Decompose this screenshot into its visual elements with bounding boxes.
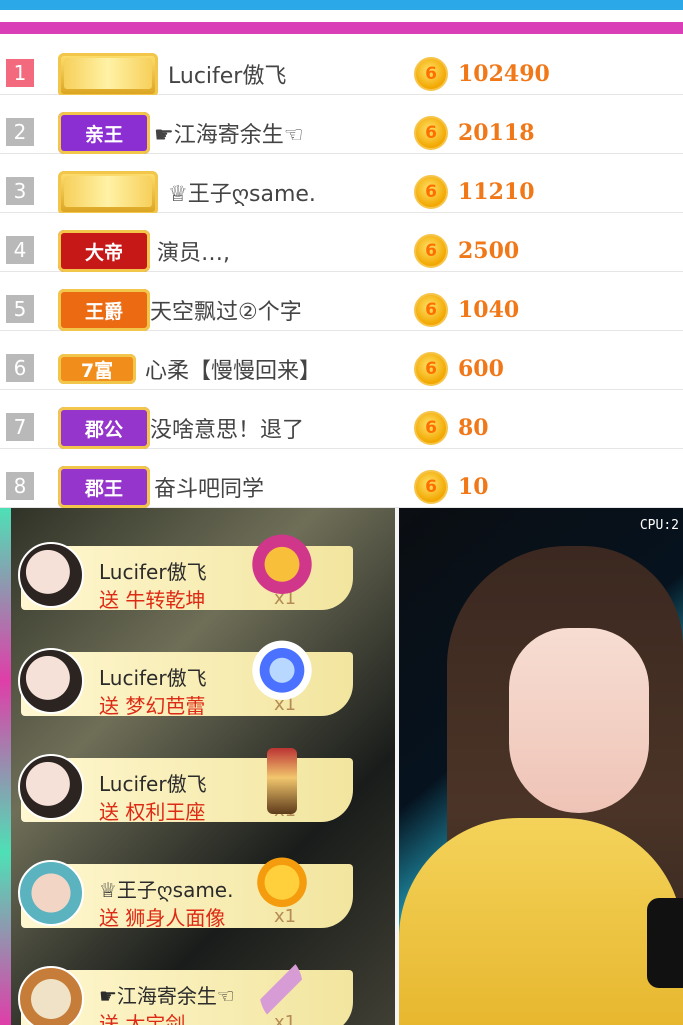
ranking-row[interactable]: 5 王爵 天空飘过②个字 6 1040 [0, 272, 683, 331]
user-name: 没啥意思！退了 [150, 418, 305, 443]
coin-icon: 6 [414, 175, 448, 209]
rank-number: 3 [6, 177, 34, 205]
gift-sender-name: ♕王子ღsame. [99, 878, 234, 902]
crown-badge [58, 53, 158, 97]
score-value: 10 [458, 474, 489, 500]
coin-icon: 6 [414, 411, 448, 445]
user-name: 奋斗吧同学 [154, 477, 265, 502]
ranking-row[interactable]: 7 郡公 没啥意思！退了 6 80 [0, 390, 683, 449]
score-value: 2500 [458, 238, 520, 264]
coin-icon: 6 [414, 234, 448, 268]
vip-badge: 王爵 [58, 289, 150, 331]
gift-message: ♕王子ღsame. 送 狮身人面像 x1 [11, 846, 353, 930]
gift-feed-pane: Lucifer傲飞 送 牛转乾坤 x1 Lucifer傲飞 送 梦幻芭蕾 x1 … [0, 508, 395, 1025]
gift-message: Lucifer傲飞 送 权利王座 x1 [11, 748, 353, 824]
microphone-icon [647, 898, 683, 988]
ranking-row[interactable]: 2 亲王 ☛江海寄余生☜ 6 20118 [0, 95, 683, 154]
video-pane[interactable]: CPU:2 [399, 508, 683, 1025]
streamer-shirt [399, 818, 683, 1025]
score: 6 102490 [414, 57, 550, 91]
score-value: 20118 [458, 120, 535, 146]
coin-icon: 6 [414, 116, 448, 150]
ranking-row[interactable]: 3 ♕王子ღsame. 6 11210 [0, 154, 683, 215]
score-value: 11210 [458, 179, 535, 205]
avatar [18, 648, 84, 714]
avatar [18, 966, 84, 1025]
score: 6 20118 [414, 116, 535, 150]
vip-badge: 郡王 [58, 466, 150, 508]
top-blue-bar [0, 0, 683, 10]
frog-gift-icon [249, 528, 315, 594]
gift-message: ☛江海寄余生☜ 送 太宝剑 x1 [11, 956, 353, 1025]
user-name: 天空飘过②个字 [150, 300, 302, 325]
score-value: 1040 [458, 297, 520, 323]
gift-action: 送 太宝剑 [99, 1012, 186, 1025]
ranking-row[interactable]: 6 7富 心柔【慢慢回来】 6 600 [0, 331, 683, 390]
rank-number: 8 [6, 472, 34, 500]
gift-action: 送 牛转乾坤 [99, 588, 206, 612]
avatar [18, 754, 84, 820]
score-value: 600 [458, 356, 504, 382]
ranking-list: 1 Lucifer傲飞 6 102490 2 亲王 ☛江海寄余生☜ 6 2011… [0, 36, 683, 508]
gift-action: 送 权利王座 [99, 800, 206, 824]
score-value: 80 [458, 415, 489, 441]
top-pink-bar [0, 22, 683, 34]
coin-icon: 6 [414, 57, 448, 91]
gift-sender-name: Lucifer傲飞 [99, 666, 207, 690]
vip-badge: 大帝 [58, 230, 150, 272]
gift-sender-name: Lucifer傲飞 [99, 560, 207, 584]
rank-number: 2 [6, 118, 34, 146]
gift-message: Lucifer傲飞 送 梦幻芭蕾 x1 [11, 634, 353, 718]
vip-badge: 亲王 [58, 112, 150, 154]
user-name: ♕王子ღsame. [168, 182, 316, 207]
gift-sender-name: ☛江海寄余生☜ [99, 984, 235, 1008]
score: 6 11210 [414, 175, 535, 209]
rank-number: 7 [6, 413, 34, 441]
rank-number: 4 [6, 236, 34, 264]
wealth-badge: 7富 [58, 354, 136, 384]
score-value: 102490 [458, 61, 550, 87]
score: 6 1040 [414, 293, 519, 327]
streamer-face [509, 628, 649, 813]
gift-action: 送 狮身人面像 [99, 906, 226, 930]
top-white-band [0, 10, 683, 22]
ranking-row[interactable]: 4 大帝 演员…, 6 2500 [0, 213, 683, 272]
user-name: Lucifer傲飞 [168, 64, 287, 89]
score: 6 80 [414, 411, 489, 445]
rank-number: 1 [6, 59, 34, 87]
sword-gift-icon [259, 956, 303, 1022]
rank-number: 5 [6, 295, 34, 323]
throne-gift-icon [267, 748, 297, 814]
coin-icon: 6 [414, 352, 448, 386]
ballet-gift-icon [249, 634, 315, 700]
coin-icon: 6 [414, 293, 448, 327]
score: 6 10 [414, 470, 489, 504]
vip-badge: 郡公 [58, 407, 150, 449]
decorative-stripe [0, 508, 11, 1025]
coin-icon: 6 [414, 470, 448, 504]
cpu-label: CPU:2 [639, 518, 679, 533]
gift-sender-name: Lucifer傲飞 [99, 772, 207, 796]
ranking-row[interactable]: 8 郡王 奋斗吧同学 6 10 [0, 449, 683, 508]
score: 6 2500 [414, 234, 519, 268]
avatar [18, 860, 84, 926]
score: 6 600 [414, 352, 504, 386]
user-name: ☛江海寄余生☜ [154, 123, 304, 148]
rank-number: 6 [6, 354, 34, 382]
avatar [18, 542, 84, 608]
live-stream-area: Lucifer傲飞 送 牛转乾坤 x1 Lucifer傲飞 送 梦幻芭蕾 x1 … [0, 508, 683, 1025]
crown-badge [58, 171, 158, 215]
gift-message: Lucifer傲飞 送 牛转乾坤 x1 [11, 528, 353, 612]
gift-action: 送 梦幻芭蕾 [99, 694, 206, 718]
ranking-row[interactable]: 1 Lucifer傲飞 6 102490 [0, 36, 683, 97]
user-name: 心柔【慢慢回来】 [145, 359, 322, 384]
sphinx-gift-icon [249, 846, 315, 912]
user-name: 演员…, [157, 241, 230, 266]
